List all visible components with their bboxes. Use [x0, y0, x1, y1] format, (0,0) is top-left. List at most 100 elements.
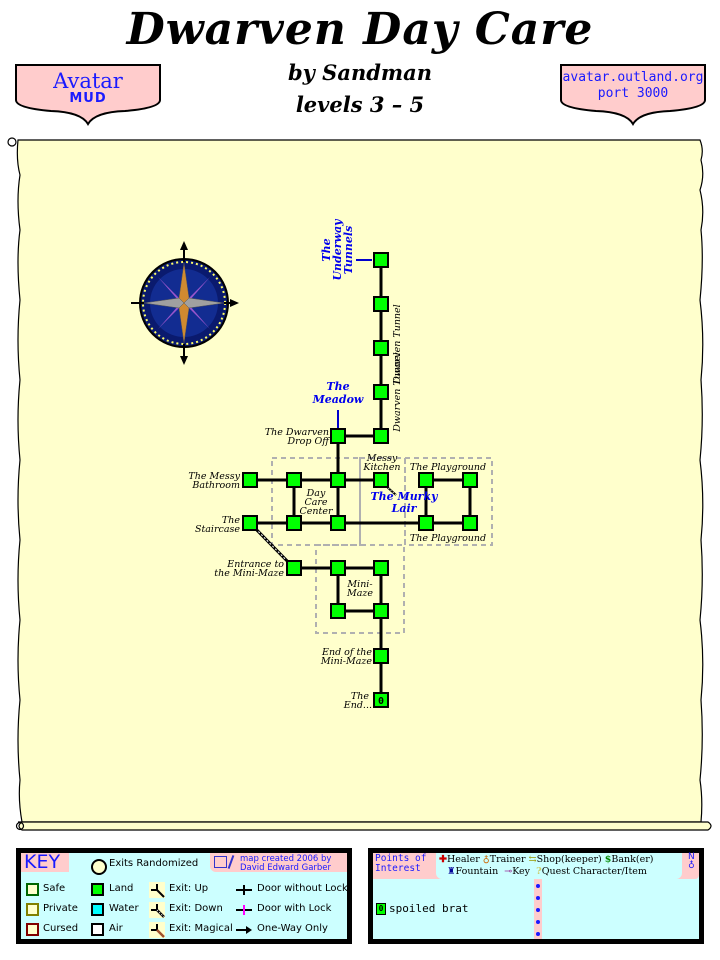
land-label: Land [109, 883, 134, 894]
room-marker: 0 [378, 696, 384, 707]
room-maze-entrance[interactable] [286, 560, 302, 576]
underway-label-3: Tunnels [342, 226, 355, 275]
fountain-label: Fountain [455, 866, 499, 877]
exit-magical-label: Exit: Magical [169, 923, 233, 934]
room-playground-sw[interactable] [418, 515, 434, 531]
room-messy-bathroom[interactable] [242, 472, 258, 488]
room-tunnel-5[interactable] [373, 428, 389, 444]
poi-legend-row-2: ♜Fountain ⊸Key ?Quest Character/Item [447, 866, 647, 877]
poi-entry-text: spoiled brat [389, 902, 469, 915]
label-the-end-2: End... [343, 700, 372, 711]
one-way-arrow-icon [236, 926, 252, 934]
room-drop-off[interactable] [330, 428, 346, 444]
one-way-label: One-Way Only [257, 923, 328, 934]
murky-lair-label-2: Lair [391, 502, 418, 515]
key-title: KEY [24, 851, 61, 873]
label-bathroom-2: Bathroom [191, 480, 240, 491]
server-address-badge: avatar.outland.org port 3000 [560, 64, 706, 126]
water-swatch [91, 903, 104, 916]
label-maze-end-2: Mini-Maze [320, 656, 373, 667]
poi-title-2: Interest [375, 863, 421, 874]
safe-label: Safe [43, 883, 66, 894]
room-playground-ne[interactable] [462, 472, 478, 488]
poi-marker: 0 [376, 903, 386, 915]
healer-icon: ✚ [439, 854, 447, 865]
badge-avatar-text: Avatar [53, 69, 123, 93]
meadow-label-1: The [326, 380, 349, 393]
label-drop-off-2: Drop Off [287, 436, 332, 447]
room-tunnel-1[interactable] [373, 252, 389, 268]
server-host: avatar.outland.org [562, 70, 704, 85]
credit-text: map created 2006 by David Edward Garber [240, 855, 331, 873]
label-tunnel-b: Dwarven Tunnel [392, 352, 403, 432]
points-of-interest-panel: Points of Interest ✚Healer ♁Trainer ⇆Sho… [368, 848, 704, 944]
label-minimaze-2: Maze [346, 588, 373, 599]
exits-randomized-label: Exits Randomized [109, 858, 199, 869]
private-swatch [26, 903, 39, 916]
poi-legend-row-1: ✚Healer ♁Trainer ⇆Shop(keeper) $Bank(er) [439, 854, 653, 865]
fountain-icon: ♜ [447, 866, 456, 877]
avatar-mud-badge: Avatar MUD [15, 64, 161, 126]
room-maze-sw[interactable] [330, 603, 346, 619]
trainer-icon: ♁ [482, 854, 490, 865]
key-label: Key [512, 866, 531, 877]
room-tunnel-4[interactable] [373, 384, 389, 400]
map-key-panel: KEY Exits Randomized map created 2006 by… [16, 848, 352, 944]
exit-up-label: Exit: Up [169, 883, 209, 894]
label-playground-bottom: The Playground [410, 533, 486, 544]
label-staircase-2: Staircase [195, 524, 240, 535]
healer-label: Healer [446, 854, 480, 865]
room-maze-end[interactable] [373, 648, 389, 664]
scroll-icon [214, 856, 227, 868]
room-playground-se[interactable] [462, 515, 478, 531]
room-daycare-sw[interactable] [286, 515, 302, 531]
label-entrance-2: the Mini-Maze [214, 568, 284, 579]
credit-line-2: David Edward Garber [240, 863, 332, 873]
cursed-swatch [26, 923, 39, 936]
air-label: Air [109, 923, 123, 934]
shop-label: Shop(keeper) [536, 854, 602, 865]
label-kitchen-2: Kitchen [362, 462, 400, 473]
exit-type-icons [149, 882, 165, 938]
room-tunnel-3[interactable] [373, 340, 389, 356]
room-messy-kitchen[interactable] [373, 472, 389, 488]
bank-label: Bank(er) [611, 854, 654, 865]
exit-down-label: Exit: Down [169, 903, 223, 914]
door-no-lock-icon [236, 885, 252, 895]
trainer-label: Trainer [489, 854, 526, 865]
poi-entry: 0 spoiled brat [376, 902, 468, 915]
water-label: Water [109, 903, 139, 914]
room-maze-nw[interactable] [330, 560, 346, 576]
land-swatch [91, 883, 104, 896]
room-tunnel-2[interactable] [373, 296, 389, 312]
server-port: port 3000 [597, 86, 669, 101]
room-staircase[interactable] [242, 515, 258, 531]
badge-mud-text: MUD [69, 91, 107, 106]
poi-title: Points of Interest [375, 854, 426, 874]
safe-swatch [26, 883, 39, 896]
shop-icon: ⇆ [528, 854, 537, 865]
air-swatch [91, 923, 104, 936]
cursed-label: Cursed [43, 923, 79, 934]
door-no-lock-label: Door without Lock [257, 883, 348, 894]
label-daycare-3: Center [300, 506, 334, 517]
room-playground-nw[interactable] [418, 472, 434, 488]
room-daycare-ne[interactable] [330, 472, 346, 488]
area-map: 0 The Dwarven Drop Off The Messy Bathroo… [7, 137, 712, 831]
exits-randomized-icon [91, 859, 107, 875]
door-lock-icon [236, 905, 252, 915]
room-maze-ne[interactable] [373, 560, 389, 576]
poi-column-divider [534, 879, 542, 939]
poi-body: Points of Interest ✚Healer ♁Trainer ⇆Sho… [373, 853, 699, 939]
room-maze-se[interactable] [373, 603, 389, 619]
door-type-icons [236, 885, 252, 934]
map-title: Dwarven Day Care [126, 4, 594, 55]
room-daycare-nw[interactable] [286, 472, 302, 488]
map-key-body: KEY Exits Randomized map created 2006 by… [21, 851, 348, 939]
door-lock-label: Door with Lock [257, 903, 332, 914]
north-arrow-icon: N ♁ [688, 853, 695, 871]
room-daycare-se[interactable] [330, 515, 346, 531]
north-symbol: ♁ [688, 861, 695, 871]
meadow-label-2: Meadow [312, 393, 364, 406]
quest-label: Quest Character/Item [541, 866, 647, 877]
